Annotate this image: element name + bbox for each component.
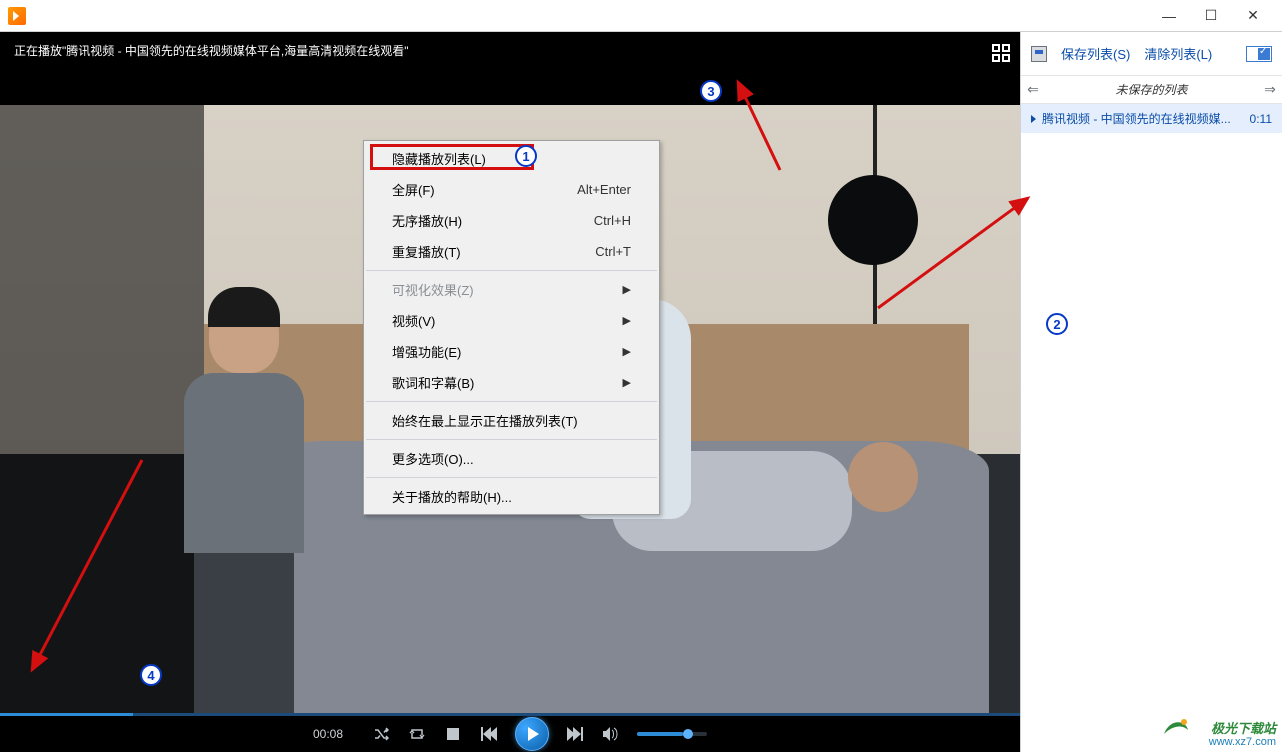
playlist-item-name: 腾讯视频 - 中国领先的在线视频媒... — [1042, 110, 1242, 127]
progress-bar[interactable] — [0, 713, 1020, 716]
shuffle-button[interactable] — [371, 724, 391, 744]
watermark-url: www.xz7.com — [1209, 736, 1276, 748]
annotation-badge-1: 1 — [515, 145, 537, 167]
context-menu-label: 歌词和字幕(B) — [392, 373, 474, 392]
playlist-item[interactable]: 腾讯视频 - 中国领先的在线视频媒... 0:11 — [1021, 104, 1282, 133]
context-menu-shortcut: Alt+Enter — [577, 182, 631, 197]
close-button[interactable]: ✕ — [1232, 1, 1274, 31]
watermark-logo-icon — [1162, 714, 1190, 742]
context-menu[interactable]: 隐藏播放列表(L) 全屏(F) Alt+Enter 无序播放(H) Ctrl+H 重复播放… — [363, 140, 660, 515]
playing-indicator-icon — [1031, 115, 1036, 123]
stop-button[interactable] — [443, 724, 463, 744]
playlist-list: 腾讯视频 - 中国领先的在线视频媒... 0:11 — [1021, 104, 1282, 752]
submenu-indicator-icon: ▶ — [623, 345, 631, 358]
annotation-badge-4: 4 — [140, 664, 162, 686]
watermark: 极光下载站 www.xz7.com — [1209, 722, 1276, 748]
context-menu-item[interactable]: 增强功能(E) ▶ — [364, 336, 659, 367]
playlist-toggle[interactable] — [1246, 46, 1272, 62]
playlist-next-icon[interactable]: ⇒ — [1258, 81, 1282, 98]
submenu-indicator-icon: ▶ — [623, 283, 631, 296]
submenu-indicator-icon: ▶ — [623, 314, 631, 327]
repeat-button[interactable] — [407, 724, 427, 744]
playlist-title: 未保存的列表 — [1045, 81, 1258, 98]
save-list-link[interactable]: 保存列表(S) — [1061, 44, 1130, 63]
playlist-sidebar: 保存列表(S) 清除列表(L) ⇐ 未保存的列表 ⇒ 腾讯视频 - 中国领先的在… — [1020, 32, 1282, 752]
context-menu-label: 全屏(F) — [392, 180, 435, 199]
annotation-badge-3: 3 — [700, 80, 722, 102]
annotation-badge-2: 2 — [1046, 313, 1068, 335]
save-icon — [1031, 46, 1047, 62]
context-menu-item[interactable]: 更多选项(O)... — [364, 443, 659, 474]
context-menu-label: 增强功能(E) — [392, 342, 461, 361]
playlist-header: ⇐ 未保存的列表 ⇒ — [1021, 76, 1282, 104]
switch-view-icon[interactable] — [992, 44, 1010, 62]
volume-slider[interactable] — [637, 732, 707, 736]
context-menu-label: 隐藏播放列表(L) — [392, 149, 486, 168]
volume-icon[interactable] — [601, 724, 621, 744]
controls-bar: 00:08 — [0, 716, 1020, 752]
previous-button[interactable] — [479, 724, 499, 744]
play-button[interactable] — [515, 717, 549, 751]
context-menu-item[interactable]: 关于播放的帮助(H)... — [364, 481, 659, 512]
titlebar: — ☐ ✕ — [0, 0, 1282, 32]
context-menu-shortcut: Ctrl+H — [594, 213, 631, 228]
context-menu-label: 无序播放(H) — [392, 211, 462, 230]
context-menu-item[interactable]: 全屏(F) Alt+Enter — [364, 174, 659, 205]
context-menu-label: 始终在最上显示正在播放列表(T) — [392, 411, 578, 430]
app-icon — [8, 7, 26, 25]
context-menu-item[interactable]: 重复播放(T) Ctrl+T — [364, 236, 659, 267]
maximize-button[interactable]: ☐ — [1190, 1, 1232, 31]
context-menu-item[interactable]: 歌词和字幕(B) ▶ — [364, 367, 659, 398]
next-button[interactable] — [565, 724, 585, 744]
clear-list-link[interactable]: 清除列表(L) — [1144, 44, 1212, 63]
context-menu-item[interactable]: 视频(V) ▶ — [364, 305, 659, 336]
context-menu-item[interactable]: 无序播放(H) Ctrl+H — [364, 205, 659, 236]
context-menu-item: 可视化效果(Z) ▶ — [364, 274, 659, 305]
progress-fill — [0, 713, 133, 716]
context-menu-label: 关于播放的帮助(H)... — [392, 487, 512, 506]
context-menu-label: 更多选项(O)... — [392, 449, 474, 468]
playlist-item-duration: 0:11 — [1250, 112, 1272, 126]
minimize-button[interactable]: — — [1148, 1, 1190, 31]
context-menu-item[interactable]: 隐藏播放列表(L) — [364, 143, 659, 174]
context-menu-item[interactable]: 始终在最上显示正在播放列表(T) — [364, 405, 659, 436]
current-time: 00:08 — [313, 727, 343, 741]
context-menu-label: 可视化效果(Z) — [392, 280, 474, 299]
submenu-indicator-icon: ▶ — [623, 376, 631, 389]
context-menu-shortcut: Ctrl+T — [595, 244, 631, 259]
now-playing-title: 正在播放"腾讯视频 - 中国领先的在线视频媒体平台,海量高清视频在线观看" — [0, 32, 1020, 65]
context-menu-label: 视频(V) — [392, 311, 435, 330]
watermark-brand: 极光下载站 — [1209, 722, 1276, 736]
context-menu-label: 重复播放(T) — [392, 242, 461, 261]
playlist-prev-icon[interactable]: ⇐ — [1021, 81, 1045, 98]
